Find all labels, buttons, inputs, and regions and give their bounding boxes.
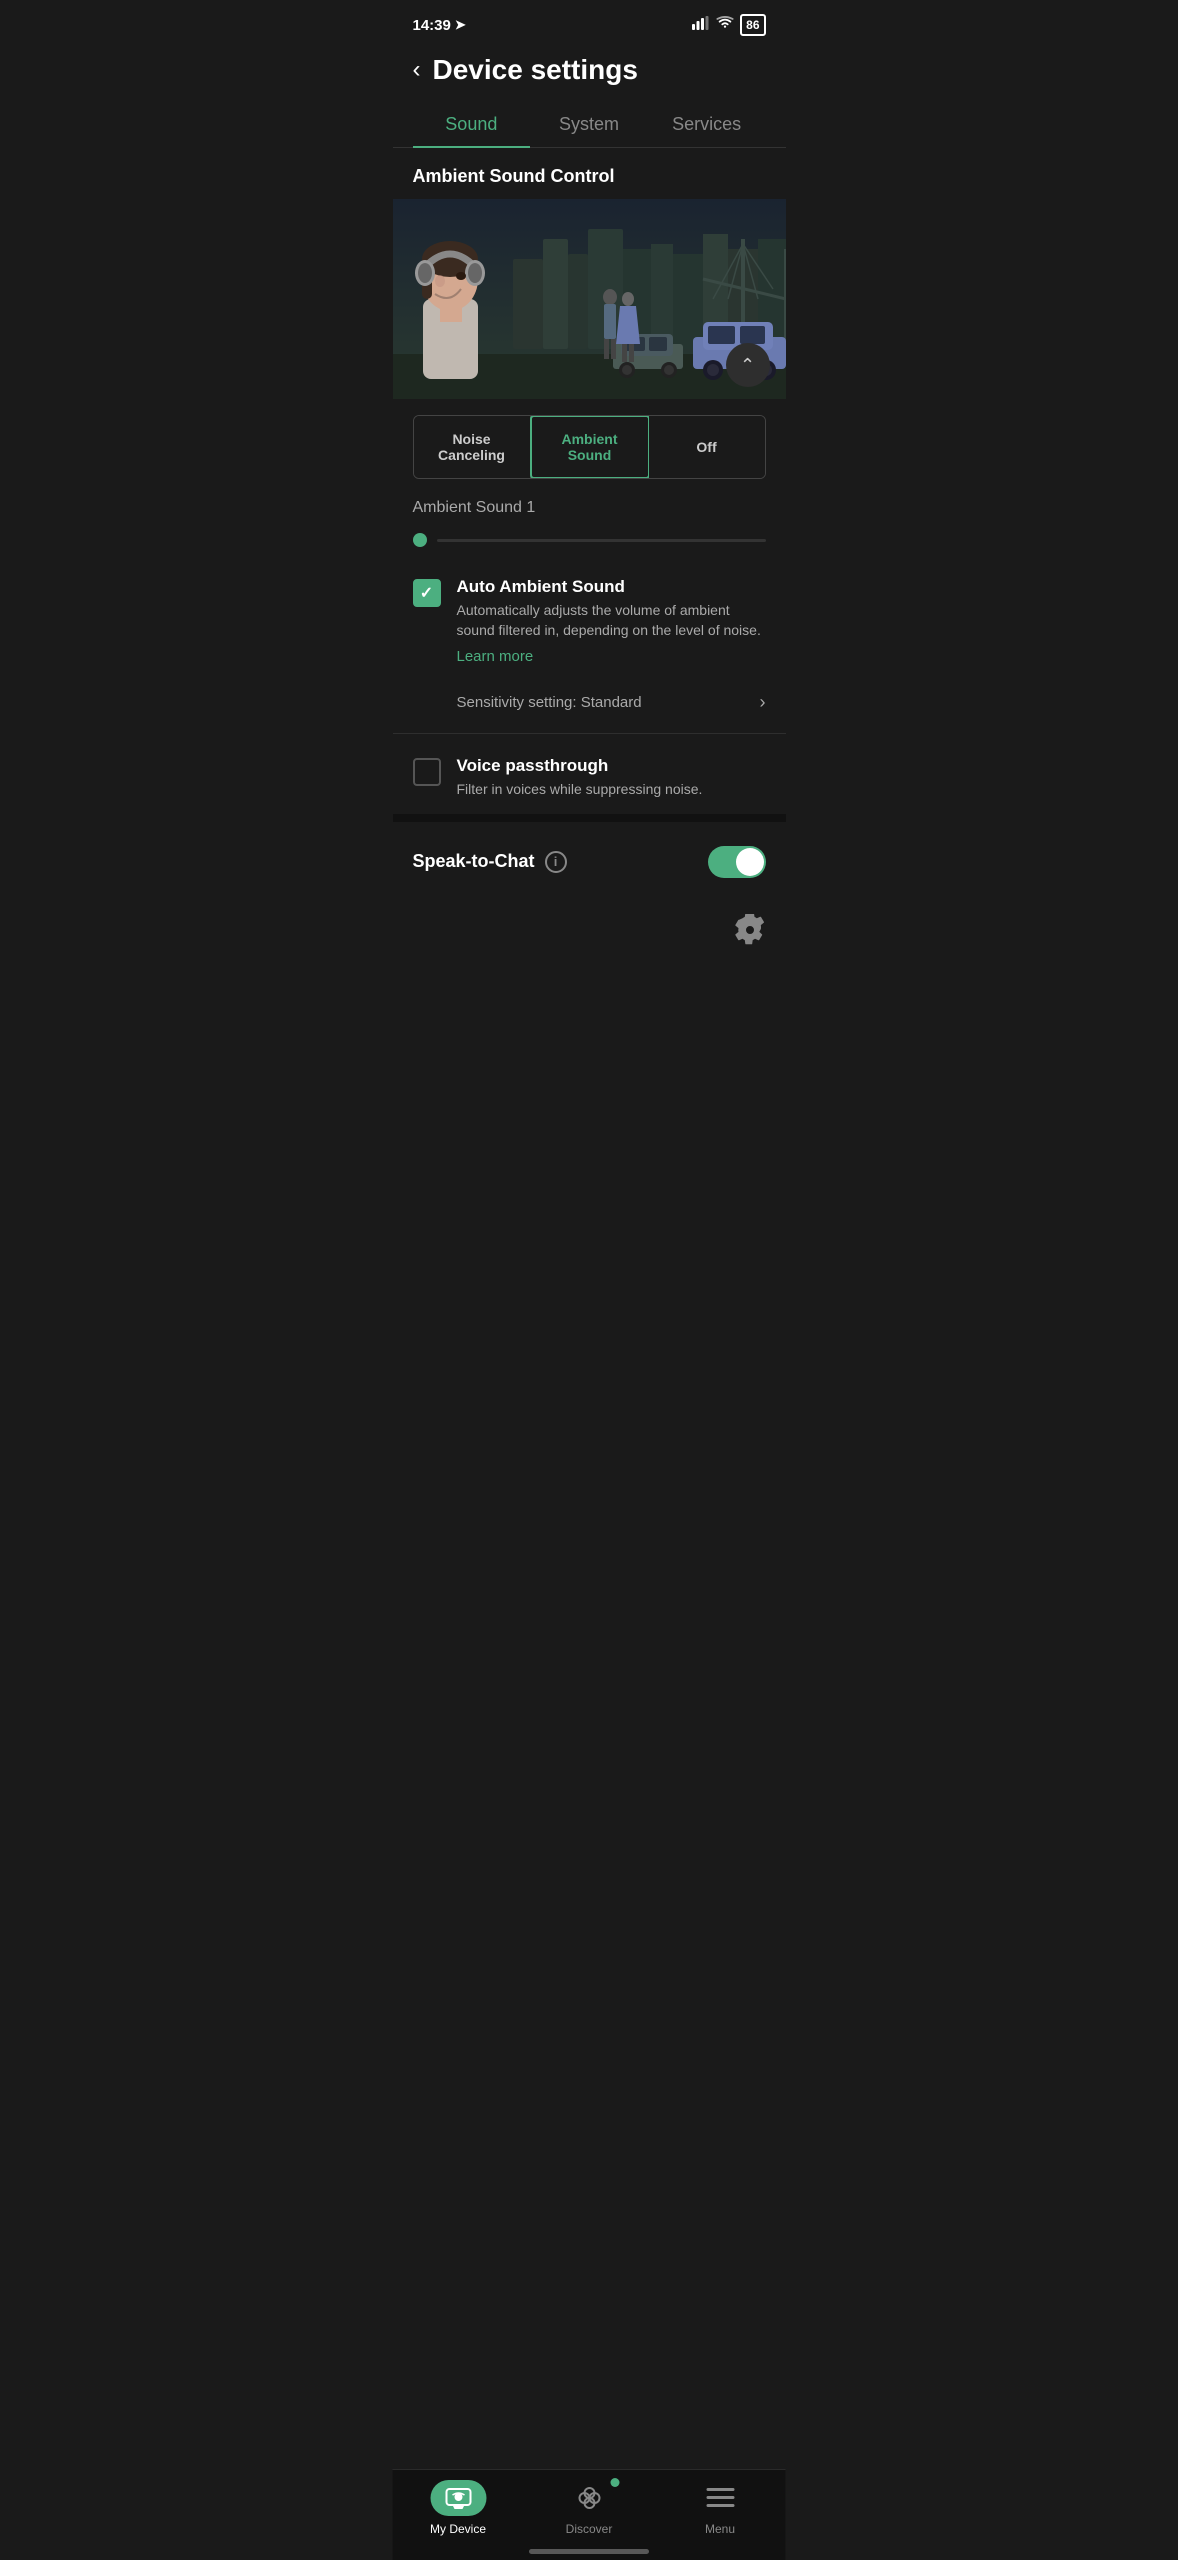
discover-icon	[574, 2487, 604, 2509]
voice-passthrough-checkbox[interactable]	[413, 758, 441, 786]
status-time-area: 14:39 ➤	[413, 17, 466, 34]
settings-gear-button[interactable]	[734, 914, 766, 953]
voice-passthrough-content: Voice passthrough Filter in voices while…	[457, 756, 766, 800]
chevron-right-icon: ›	[760, 692, 766, 713]
sensitivity-row[interactable]: Sensitivity setting: Standard ›	[393, 680, 786, 725]
tab-bar: Sound System Services	[393, 102, 786, 148]
status-bar: 14:39 ➤ 86	[393, 0, 786, 44]
header: ‹ Device settings	[393, 44, 786, 102]
location-icon: ➤	[455, 17, 466, 33]
time-display: 14:39	[413, 17, 451, 34]
discover-badge	[610, 2478, 619, 2487]
menu-label: Menu	[705, 2522, 735, 2536]
toggle-knob	[736, 848, 764, 876]
my-device-icon	[444, 2487, 472, 2509]
slider-track	[437, 539, 766, 542]
speak-to-chat-row: Speak-to-Chat i	[393, 822, 786, 902]
divider-2	[393, 814, 786, 822]
status-icons: 86	[692, 14, 765, 36]
settings-gear-row	[393, 902, 786, 977]
tab-system[interactable]: System	[530, 102, 648, 147]
mode-noise-canceling-button[interactable]: Noise Canceling	[414, 416, 531, 478]
tab-services[interactable]: Services	[648, 102, 766, 147]
discover-label: Discover	[566, 2522, 613, 2536]
battery-icon: 86	[740, 14, 765, 36]
voice-passthrough-row: Voice passthrough Filter in voices while…	[393, 742, 786, 814]
discover-icon-wrap	[561, 2480, 617, 2516]
voice-passthrough-description: Filter in voices while suppressing noise…	[457, 780, 766, 800]
auto-ambient-title: Auto Ambient Sound	[457, 577, 766, 597]
bottom-nav: My Device Discover Menu	[393, 2469, 786, 2560]
nav-item-discover[interactable]: Discover	[524, 2480, 655, 2536]
ambient-hero-image: ⌃	[393, 199, 786, 399]
mode-ambient-sound-button[interactable]: Ambient Sound	[530, 415, 650, 479]
auto-ambient-checkbox[interactable]	[413, 579, 441, 607]
mode-selector: Noise Canceling Ambient Sound Off	[413, 415, 766, 479]
nav-item-my-device[interactable]: My Device	[393, 2480, 524, 2536]
ambient-slider-row[interactable]	[393, 525, 786, 563]
auto-ambient-row: Auto Ambient Sound Automatically adjusts…	[393, 563, 786, 680]
nav-item-menu[interactable]: Menu	[655, 2480, 786, 2536]
tab-sound[interactable]: Sound	[413, 102, 531, 147]
auto-ambient-content: Auto Ambient Sound Automatically adjusts…	[457, 577, 766, 666]
menu-icon	[706, 2488, 734, 2508]
divider	[393, 733, 786, 734]
auto-ambient-description: Automatically adjusts the volume of ambi…	[457, 601, 766, 640]
page-title: Device settings	[433, 54, 638, 86]
wifi-icon	[716, 16, 734, 34]
signal-icon	[692, 16, 710, 34]
speak-to-chat-left: Speak-to-Chat i	[413, 851, 567, 873]
mode-off-button[interactable]: Off	[649, 416, 765, 478]
speak-to-chat-label: Speak-to-Chat	[413, 851, 535, 872]
learn-more-button[interactable]: Learn more	[457, 648, 534, 665]
slider-dot	[413, 533, 427, 547]
back-button[interactable]: ‹	[413, 58, 421, 82]
ambient-level-label: Ambient Sound 1	[393, 495, 786, 525]
my-device-icon-wrap	[430, 2480, 486, 2516]
collapse-button[interactable]: ⌃	[726, 343, 770, 387]
voice-passthrough-title: Voice passthrough	[457, 756, 766, 776]
speak-to-chat-info-icon[interactable]: i	[545, 851, 567, 873]
home-indicator	[529, 2549, 649, 2554]
sensitivity-label: Sensitivity setting: Standard	[457, 694, 642, 711]
my-device-label: My Device	[430, 2522, 486, 2536]
speak-to-chat-toggle[interactable]	[708, 846, 766, 878]
menu-icon-wrap	[692, 2480, 748, 2516]
ambient-section-heading: Ambient Sound Control	[393, 148, 786, 199]
